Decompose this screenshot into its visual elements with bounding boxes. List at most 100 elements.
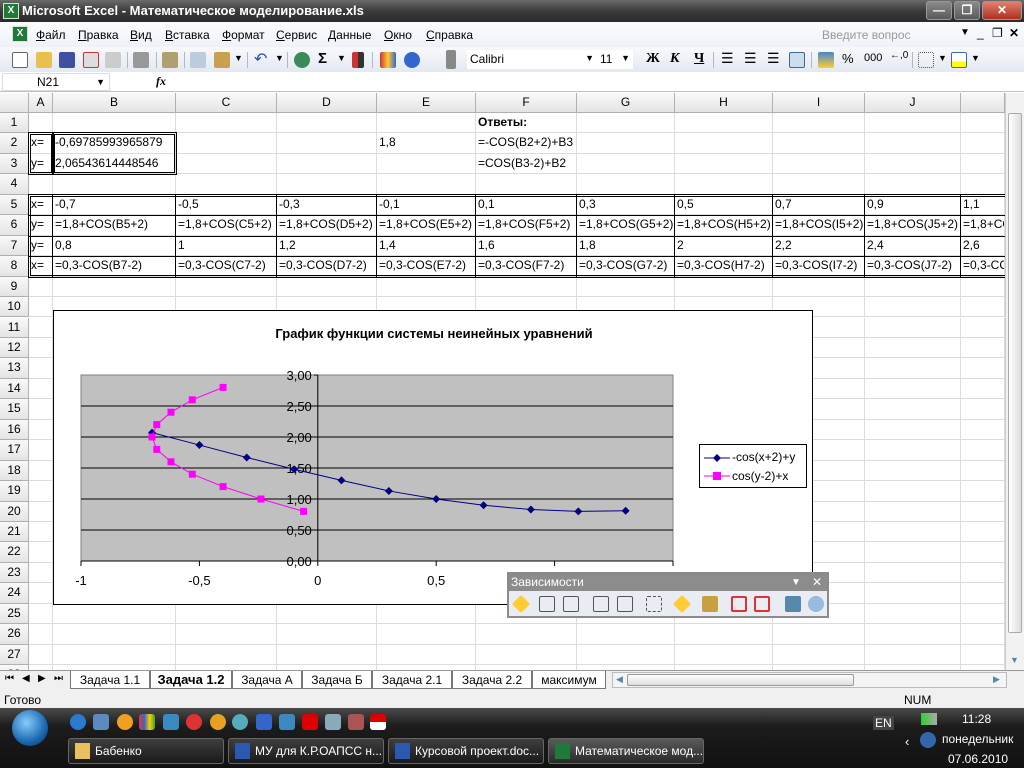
task-word-course[interactable]: Курсовой проект.doc... bbox=[388, 738, 544, 764]
cell[interactable]: =1,8+COS(K5+2) bbox=[961, 215, 1005, 236]
dependencies-toolbar-titlebar[interactable]: Зависимости ▼ ✕ bbox=[509, 574, 827, 591]
prev-sheet-icon[interactable]: ◀ bbox=[22, 673, 30, 684]
hyperlink-icon[interactable] bbox=[294, 52, 310, 68]
cell[interactable] bbox=[865, 358, 961, 379]
cell[interactable]: =0,3-COS(I7-2) bbox=[773, 256, 865, 277]
cell[interactable]: 0,5 bbox=[675, 194, 773, 216]
cell[interactable] bbox=[176, 644, 277, 666]
row-header-24[interactable]: 24 bbox=[0, 583, 29, 604]
italic-button[interactable]: К bbox=[670, 51, 680, 67]
sheet-tab-5[interactable]: Задача 2.1 bbox=[372, 671, 452, 689]
cell[interactable] bbox=[865, 113, 961, 134]
email-icon[interactable] bbox=[105, 52, 121, 68]
cell[interactable] bbox=[176, 174, 277, 195]
cell[interactable] bbox=[29, 337, 53, 359]
column-header-j[interactable]: J bbox=[865, 93, 961, 113]
row-header-2[interactable]: 2 bbox=[0, 133, 29, 154]
nero-icon[interactable] bbox=[210, 714, 226, 730]
save-icon[interactable] bbox=[59, 52, 75, 68]
cell[interactable]: =1,8+COS(I5+2) bbox=[773, 215, 865, 236]
scroll-down-icon[interactable]: ▼ bbox=[1010, 655, 1019, 665]
cell[interactable] bbox=[865, 603, 961, 625]
cell[interactable] bbox=[577, 153, 675, 175]
cell[interactable] bbox=[675, 276, 773, 298]
cell[interactable] bbox=[277, 276, 377, 298]
cell[interactable] bbox=[865, 583, 961, 604]
kmplayer-icon[interactable] bbox=[163, 714, 179, 730]
cell[interactable] bbox=[277, 113, 377, 134]
cell[interactable] bbox=[29, 542, 53, 563]
language-indicator[interactable]: EN bbox=[873, 716, 894, 730]
cell[interactable] bbox=[865, 542, 961, 563]
sheet-tab-3[interactable]: Задача А bbox=[232, 671, 302, 689]
cell[interactable] bbox=[29, 481, 53, 502]
cell[interactable] bbox=[865, 153, 961, 175]
cell[interactable] bbox=[577, 133, 675, 154]
cell[interactable]: =0,3-COS(C7-2) bbox=[176, 256, 277, 277]
cell[interactable]: =0,3-COS(H7-2) bbox=[675, 256, 773, 277]
cell[interactable]: 2,06543614448546 bbox=[53, 153, 176, 175]
underline-button[interactable]: Ч bbox=[694, 51, 704, 67]
close-button[interactable]: ✕ bbox=[982, 1, 1022, 20]
workbook-close-button[interactable]: ✕ bbox=[1009, 26, 1019, 40]
cell[interactable] bbox=[961, 460, 1005, 482]
print-icon[interactable] bbox=[133, 52, 149, 68]
remove-all-arrows-icon[interactable] bbox=[646, 596, 662, 612]
cell[interactable]: y= bbox=[29, 235, 53, 257]
align-right-icon[interactable]: ☰ bbox=[767, 50, 780, 67]
cell[interactable] bbox=[29, 399, 53, 420]
column-header-f[interactable]: F bbox=[476, 93, 577, 113]
menu-data[interactable]: Данные bbox=[328, 28, 371, 42]
kmplayer-2-icon[interactable] bbox=[279, 714, 295, 730]
cell[interactable] bbox=[53, 644, 176, 666]
toolbar-options-handle[interactable] bbox=[446, 50, 456, 69]
cell[interactable] bbox=[476, 174, 577, 195]
cell[interactable]: =1,8+COS(C5+2) bbox=[176, 215, 277, 236]
cell[interactable] bbox=[961, 624, 1005, 645]
cell[interactable] bbox=[476, 644, 577, 666]
cell[interactable] bbox=[961, 276, 1005, 298]
installer-icon[interactable] bbox=[348, 714, 364, 730]
cell[interactable] bbox=[961, 174, 1005, 195]
column-header-d[interactable]: D bbox=[277, 93, 377, 113]
sheet-tab-2[interactable]: Задача 1.2 bbox=[150, 671, 232, 689]
row-header-7[interactable]: 7 bbox=[0, 235, 29, 257]
cell[interactable] bbox=[865, 337, 961, 359]
cell[interactable] bbox=[675, 113, 773, 134]
scroll-left-icon[interactable]: ◀ bbox=[616, 674, 623, 685]
cell[interactable]: 0,8 bbox=[53, 235, 176, 257]
cell[interactable]: =1,8+COS(F5+2) bbox=[476, 215, 577, 236]
cell[interactable]: 1,2 bbox=[277, 235, 377, 257]
cell[interactable]: =1,8+COS(H5+2) bbox=[675, 215, 773, 236]
workbook-icon[interactable]: X bbox=[12, 26, 28, 42]
row-header-23[interactable]: 23 bbox=[0, 562, 29, 584]
cell[interactable] bbox=[277, 153, 377, 175]
ccleaner-icon[interactable] bbox=[186, 714, 202, 730]
workbook-minimize-button[interactable]: _ bbox=[977, 26, 984, 40]
cell[interactable] bbox=[53, 174, 176, 195]
yandex-icon[interactable] bbox=[256, 714, 272, 730]
cell[interactable] bbox=[277, 174, 377, 195]
cell[interactable]: -0,1 bbox=[377, 194, 476, 216]
font-name-select[interactable]: Calibri ▼ bbox=[467, 50, 597, 69]
cell[interactable] bbox=[865, 501, 961, 522]
cell[interactable]: 2,2 bbox=[773, 235, 865, 257]
cell[interactable] bbox=[476, 624, 577, 645]
open-icon[interactable] bbox=[36, 52, 52, 68]
row-header-20[interactable]: 20 bbox=[0, 501, 29, 522]
column-header-i[interactable]: I bbox=[773, 93, 865, 113]
autosum-button[interactable]: Σ bbox=[318, 50, 327, 67]
row-header-19[interactable]: 19 bbox=[0, 481, 29, 502]
cell[interactable] bbox=[961, 378, 1005, 400]
cell[interactable]: 1,1 bbox=[961, 194, 1005, 216]
cell[interactable] bbox=[961, 113, 1005, 134]
help-search-input[interactable]: Введите вопрос bbox=[822, 28, 962, 42]
cell[interactable]: =0,3-COS(K7-2) bbox=[961, 256, 1005, 277]
sheet-tab-4[interactable]: Задача Б bbox=[302, 671, 372, 689]
cell[interactable]: =0,3-COS(B7-2) bbox=[53, 256, 176, 277]
cell[interactable]: -0,5 bbox=[176, 194, 277, 216]
row-header-12[interactable]: 12 bbox=[0, 337, 29, 359]
cell[interactable] bbox=[675, 624, 773, 645]
cell[interactable] bbox=[773, 133, 865, 154]
row-header-1[interactable]: 1 bbox=[0, 113, 29, 134]
